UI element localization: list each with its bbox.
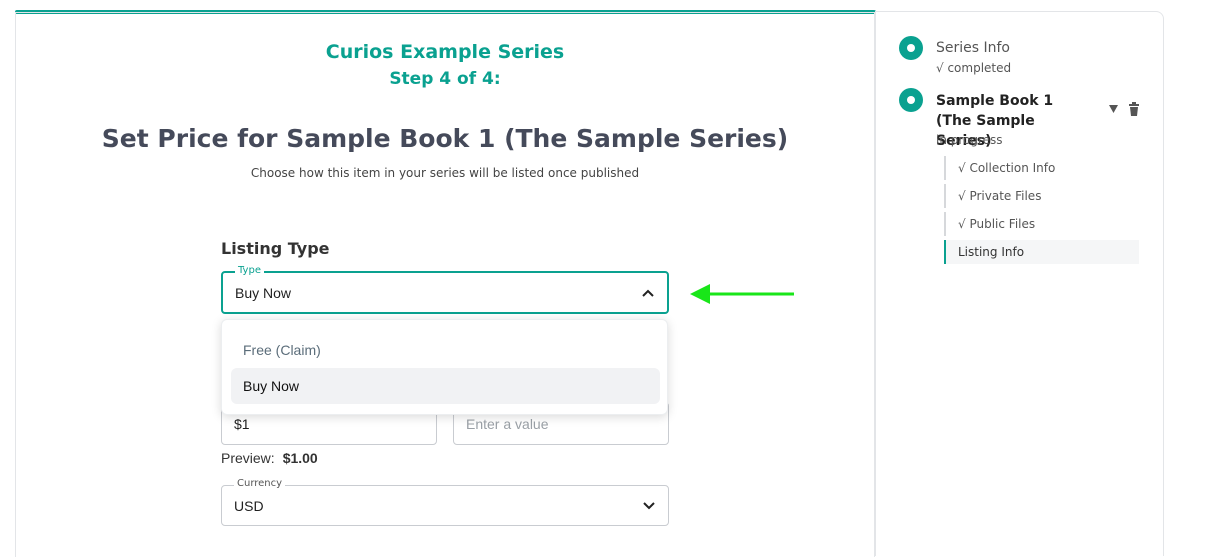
step-current-icon — [899, 88, 923, 112]
series-title: Curios Example Series — [325, 41, 565, 63]
currency-legend: Currency — [234, 478, 286, 489]
type-value: Buy Now — [235, 285, 292, 301]
sidebar-step-series-info-status: √ completed — [936, 61, 1012, 75]
option-free-claim[interactable]: Free (Claim) — [231, 332, 660, 368]
chevron-down-icon[interactable] — [642, 499, 656, 513]
step-complete-icon — [899, 36, 923, 60]
secondary-value-placeholder: Enter a value — [466, 416, 549, 432]
listing-type-select[interactable]: Type Buy Now — [221, 265, 669, 314]
listing-type-dropdown: Free (Claim) Buy Now — [221, 319, 668, 415]
substep-public-files[interactable]: √ Public Files — [944, 212, 1139, 236]
preview-label: Preview: — [221, 450, 275, 466]
preview-value: $1.00 — [282, 450, 318, 466]
chevron-up-icon[interactable] — [641, 286, 655, 300]
option-buy-now[interactable]: Buy Now — [231, 368, 660, 404]
substep-listing-info[interactable]: Listing Info — [944, 240, 1139, 264]
annotation-arrow-icon — [690, 284, 794, 304]
sidebar-step-series-info[interactable]: Series Info — [936, 40, 1010, 56]
listing-type-label: Listing Type — [221, 239, 330, 258]
sidebar-step-sample-book-status: in progress — [936, 133, 1003, 147]
price-value: $1 — [234, 416, 250, 432]
page-title: Set Price for Sample Book 1 (The Sample … — [101, 124, 789, 153]
currency-select[interactable]: Currency USD — [221, 478, 669, 526]
type-legend: Type — [235, 265, 264, 276]
trash-icon[interactable] — [1128, 102, 1140, 116]
price-preview: Preview: $1.00 — [221, 450, 318, 466]
page-subtitle: Choose how this item in your series will… — [250, 166, 640, 180]
substep-collection-info[interactable]: √ Collection Info — [944, 156, 1139, 180]
step-indicator: Step 4 of 4: — [389, 69, 501, 89]
substep-private-files[interactable]: √ Private Files — [944, 184, 1139, 208]
triangle-down-icon[interactable] — [1108, 104, 1119, 114]
currency-value: USD — [234, 498, 264, 514]
